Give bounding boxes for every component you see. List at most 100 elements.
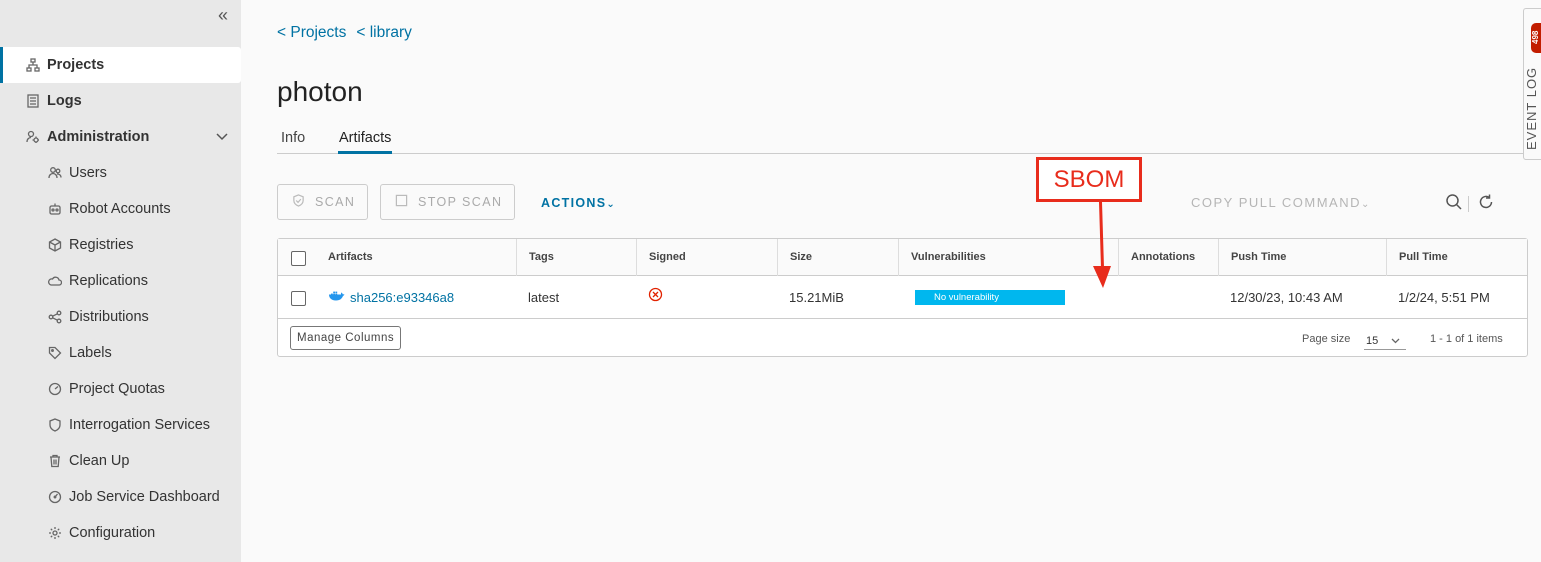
- sidebar-item-robot-accounts[interactable]: Robot Accounts: [0, 191, 241, 227]
- shield-check-icon: [292, 194, 305, 210]
- stop-scan-button[interactable]: STOP SCAN: [380, 184, 515, 220]
- artifact-link[interactable]: sha256:e93346a8: [328, 276, 454, 319]
- breadcrumb: < Projects < library: [277, 24, 412, 42]
- trash-icon: [47, 453, 63, 469]
- dashboard-icon: [47, 489, 63, 505]
- sidebar-item-replications[interactable]: Replications: [0, 263, 241, 299]
- tags-cell: latest: [528, 290, 560, 305]
- sidebar-item-interrogation-services[interactable]: Interrogation Services: [0, 407, 241, 443]
- select-all-checkbox[interactable]: [291, 251, 306, 266]
- sidebar-item-job-service-dashboard[interactable]: Job Service Dashboard: [0, 479, 241, 515]
- tab-artifacts[interactable]: Artifacts: [338, 130, 393, 154]
- labels-icon: [47, 345, 63, 361]
- robot-icon: [47, 201, 63, 217]
- column-header-vulnerabilities[interactable]: Vulnerabilities: [898, 239, 1118, 276]
- sidebar-item-label: Distributions: [69, 309, 149, 325]
- page-size-value: 15: [1366, 335, 1379, 347]
- replications-icon: [47, 273, 63, 289]
- sidebar-item-label: Projects: [47, 57, 105, 73]
- sidebar: « Projects Logs Administration Users Rob…: [0, 0, 241, 562]
- chevron-down-icon: ⌄: [606, 199, 617, 210]
- page-size-select[interactable]: 15: [1364, 330, 1406, 350]
- scan-button[interactable]: SCAN: [277, 184, 368, 220]
- sidebar-item-label: Replications: [69, 273, 148, 289]
- sidebar-item-label: Labels: [69, 345, 112, 361]
- sidebar-item-administration[interactable]: Administration: [0, 119, 241, 155]
- quotas-icon: [47, 381, 63, 397]
- sidebar-item-configuration[interactable]: Configuration: [0, 515, 241, 551]
- chevron-down-icon[interactable]: [216, 130, 230, 144]
- users-icon: [47, 165, 63, 181]
- event-log-count-badge: 498: [1531, 23, 1541, 53]
- page-title: photon: [277, 76, 363, 107]
- registries-icon: [47, 237, 63, 253]
- sidebar-item-label: Project Quotas: [69, 381, 165, 397]
- column-header-signed[interactable]: Signed: [636, 239, 777, 276]
- artifact-cell: sha256:e93346a8: [316, 276, 454, 319]
- actions-label: ACTIONS: [541, 196, 607, 210]
- sidebar-item-label: Configuration: [69, 525, 156, 541]
- signed-cell: [636, 276, 663, 319]
- collapse-sidebar-icon[interactable]: «: [213, 6, 233, 26]
- sidebar-item-logs[interactable]: Logs: [0, 83, 241, 119]
- search-icon[interactable]: [1445, 193, 1465, 213]
- sidebar-item-projects[interactable]: Projects: [0, 47, 241, 83]
- sidebar-item-distributions[interactable]: Distributions: [0, 299, 241, 335]
- sidebar-item-project-quotas[interactable]: Project Quotas: [0, 371, 241, 407]
- stop-scan-label: STOP SCAN: [418, 195, 503, 209]
- projects-icon: [25, 57, 41, 73]
- chevron-down-icon: [1391, 338, 1400, 344]
- logs-icon: [25, 93, 41, 109]
- not-signed-icon: [648, 276, 663, 319]
- row-checkbox[interactable]: [291, 291, 306, 306]
- docker-icon: [328, 276, 345, 319]
- artifact-digest: sha256:e93346a8: [350, 290, 455, 305]
- artifacts-table: Artifacts Tags Signed Size Vulnerabiliti…: [277, 238, 1528, 357]
- sidebar-item-label: Logs: [47, 93, 82, 109]
- sidebar-item-clean-up[interactable]: Clean Up: [0, 443, 241, 479]
- column-header-push-time[interactable]: Push Time: [1218, 239, 1386, 276]
- event-log-label: EVENT LOG: [1524, 66, 1539, 150]
- column-header-pull-time[interactable]: Pull Time: [1386, 239, 1527, 276]
- sidebar-item-label: Job Service Dashboard: [69, 489, 220, 505]
- vulnerability-status-bar[interactable]: No vulnerability: [915, 290, 1065, 305]
- sbom-annotation-box: SBOM: [1036, 157, 1142, 202]
- sidebar-item-labels[interactable]: Labels: [0, 335, 241, 371]
- column-header-tags[interactable]: Tags: [516, 239, 636, 276]
- size-cell: 15.21MiB: [789, 290, 844, 305]
- chevron-down-icon: ⌄: [1360, 199, 1371, 210]
- copy-pull-command-dropdown[interactable]: COPY PULL COMMAND⌄: [1191, 195, 1371, 210]
- sidebar-item-label: Clean Up: [69, 453, 130, 469]
- push-time-cell: 12/30/23, 10:43 AM: [1230, 290, 1343, 305]
- pagination-count: 1 - 1 of 1 items: [1430, 333, 1503, 345]
- copy-pull-label: COPY PULL COMMAND: [1191, 195, 1361, 210]
- shield-icon: [47, 417, 63, 433]
- tab-info[interactable]: Info: [281, 130, 305, 154]
- column-header-size[interactable]: Size: [777, 239, 898, 276]
- sidebar-item-registries[interactable]: Registries: [0, 227, 241, 263]
- sidebar-item-label: Robot Accounts: [69, 201, 171, 217]
- column-header-annotations[interactable]: Annotations: [1118, 239, 1218, 276]
- page-size-label: Page size: [1302, 333, 1351, 345]
- sidebar-item-label: Users: [69, 165, 107, 181]
- sidebar-item-users[interactable]: Users: [0, 155, 241, 191]
- sidebar-item-label: Interrogation Services: [69, 417, 211, 433]
- sidebar-item-label: Administration: [47, 129, 150, 145]
- sidebar-item-label: Registries: [69, 237, 134, 253]
- scan-label: SCAN: [315, 195, 356, 209]
- refresh-icon[interactable]: [1477, 193, 1497, 213]
- actions-dropdown[interactable]: ACTIONS⌄: [541, 196, 616, 210]
- table-footer: Manage Columns Page size 15 1 - 1 of 1 i…: [278, 320, 1527, 357]
- toolbar-divider: [1468, 196, 1469, 212]
- sbom-annotation-arrow: [1093, 202, 1111, 288]
- pull-time-cell: 1/2/24, 5:51 PM: [1398, 290, 1490, 305]
- annotations-cell: [1118, 276, 1130, 319]
- stop-square-icon: [395, 194, 408, 210]
- event-log-count: 498: [1531, 30, 1540, 44]
- tab-bar: Info Artifacts: [277, 126, 1541, 154]
- manage-columns-button[interactable]: Manage Columns: [290, 326, 402, 350]
- breadcrumb-library-link[interactable]: < library: [356, 24, 412, 42]
- breadcrumb-projects-link[interactable]: < Projects: [277, 24, 346, 42]
- table-header: Artifacts Tags Signed Size Vulnerabiliti…: [278, 239, 1527, 276]
- column-header-artifacts[interactable]: Artifacts: [316, 239, 516, 276]
